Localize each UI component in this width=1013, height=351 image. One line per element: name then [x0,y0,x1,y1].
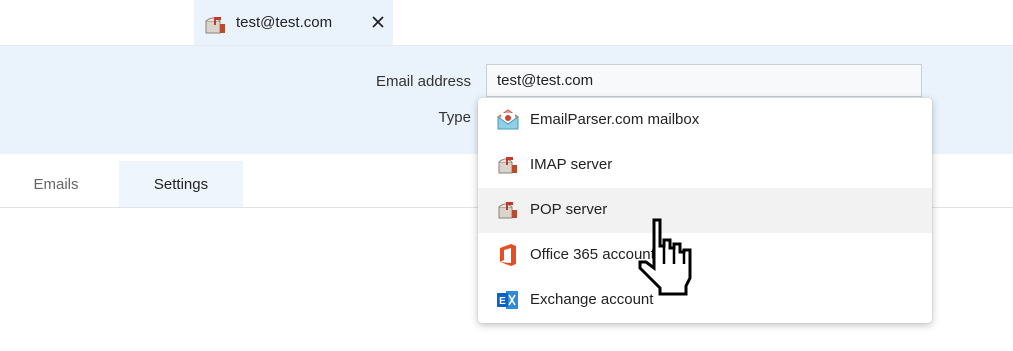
office365-icon [496,243,520,267]
type-label: Type [438,109,471,126]
mailbox-icon [496,153,520,177]
tab-emails[interactable]: Emails [0,161,112,207]
email-address-input[interactable] [486,64,922,97]
option-office365-account[interactable]: Office 365 account [478,233,932,278]
email-address-label: Email address [375,73,471,90]
option-label: EmailParser.com mailbox [530,111,700,128]
option-emailparser-mailbox[interactable]: EmailParser.com mailbox [478,98,932,143]
type-dropdown-menu: EmailParser.com mailbox IMAP server POP … [478,98,932,323]
option-label: Exchange account [530,291,654,308]
option-label: IMAP server [530,156,613,173]
tab-strip: test@test.com [0,0,1013,46]
exchange-icon: E [496,288,520,312]
option-label: POP server [530,201,608,218]
app-root: test@test.com Email address Type Emails … [0,0,1013,351]
option-label: Office 365 account [530,246,655,263]
mailbox-icon [204,15,228,40]
close-icon[interactable] [370,14,386,30]
option-imap-server[interactable]: IMAP server [478,143,932,188]
tab-title: test@test.com [236,14,333,31]
option-exchange-account[interactable]: E Exchange account [478,278,932,323]
document-tab[interactable]: test@test.com [194,0,393,45]
svg-text:E: E [499,296,506,307]
emailparser-icon [496,108,520,132]
mailbox-icon [496,198,520,222]
tab-settings[interactable]: Settings [119,161,243,207]
option-pop-server[interactable]: POP server [478,188,932,233]
